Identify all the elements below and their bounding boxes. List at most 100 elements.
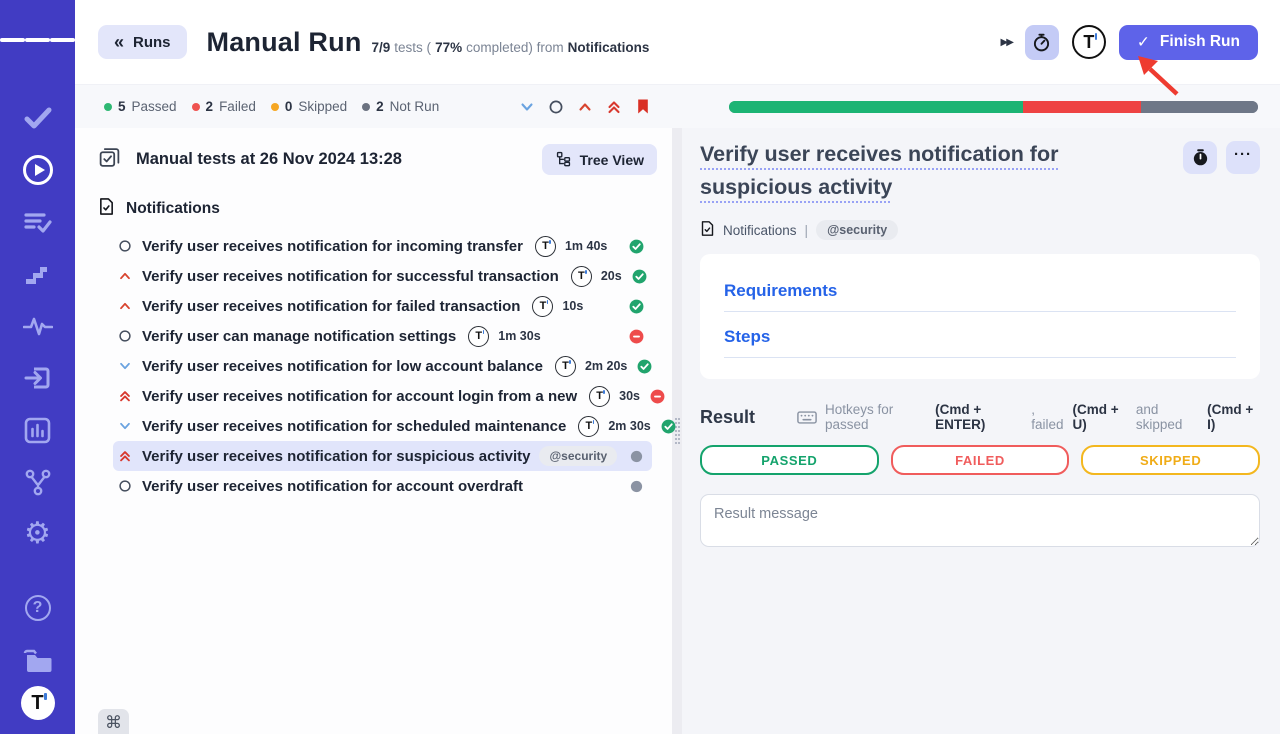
test-title: Verify user receives notification for ac… bbox=[142, 388, 577, 405]
steps-link[interactable]: Steps bbox=[724, 327, 1236, 358]
priority-filters bbox=[519, 98, 651, 115]
help-icon: ? bbox=[25, 595, 51, 621]
brand-logo[interactable]: T bbox=[21, 686, 55, 720]
timer-button[interactable] bbox=[1025, 25, 1059, 60]
import-icon bbox=[24, 365, 52, 391]
stairs-icon bbox=[25, 263, 51, 285]
test-title: Verify user receives notification for fa… bbox=[142, 298, 520, 315]
filter-priority-low-icon[interactable] bbox=[519, 99, 535, 115]
test-duration: 1m 30s bbox=[498, 329, 540, 343]
skipped-stat: 0Skipped bbox=[271, 99, 347, 114]
source-suite: Notifications bbox=[568, 40, 650, 55]
test-row[interactable]: Verify user receives notification for lo… bbox=[113, 351, 652, 381]
menu-icon[interactable] bbox=[0, 14, 75, 66]
test-row[interactable]: Verify user receives notification for fa… bbox=[113, 291, 652, 321]
suite-header[interactable]: Notifications bbox=[75, 181, 672, 229]
priority-icon bbox=[118, 359, 132, 373]
testomat-badge-icon: T bbox=[555, 356, 576, 377]
priority-icon bbox=[118, 449, 132, 463]
filter-bookmark-icon[interactable] bbox=[635, 98, 651, 115]
test-row[interactable]: Verify user receives notification for sc… bbox=[113, 411, 652, 441]
fast-forward-icon[interactable]: ▶▶ bbox=[1001, 37, 1012, 48]
testomat-badge-icon: T bbox=[571, 266, 592, 287]
tests-ratio: 7/9 bbox=[372, 40, 391, 55]
filter-priority-high-icon[interactable] bbox=[577, 99, 593, 115]
failed-stat: 2Failed bbox=[192, 99, 256, 114]
breadcrumb: Notifications | @security bbox=[700, 220, 1260, 240]
sidebar-item-runs[interactable] bbox=[0, 144, 75, 196]
test-status-icon bbox=[619, 329, 644, 344]
detail-timer-button[interactable] bbox=[1183, 141, 1217, 174]
command-icon: ⌘ bbox=[105, 713, 122, 733]
detail-card: Requirements Steps bbox=[700, 254, 1260, 379]
testomat-logo[interactable]: T bbox=[1072, 25, 1106, 59]
progress-notrun-segment bbox=[1141, 101, 1258, 113]
sidebar-item-tests[interactable] bbox=[0, 92, 75, 144]
hotkeys-hint: Hotkeys for passed(Cmd + ENTER), failed(… bbox=[797, 402, 1260, 432]
finish-run-button[interactable]: ✓ Finish Run bbox=[1119, 25, 1258, 60]
test-title: Verify user can manage notification sett… bbox=[142, 328, 456, 345]
page-header: « Runs Manual Run 7/9 tests ( 77% comple… bbox=[75, 0, 1280, 85]
back-to-runs-label: Runs bbox=[133, 34, 171, 51]
test-detail-title[interactable]: Verify user receives notification for su… bbox=[700, 138, 1172, 204]
test-duration: 2m 20s bbox=[585, 359, 627, 373]
breadcrumb-suite[interactable]: Notifications bbox=[723, 223, 797, 238]
clipboard-check-icon bbox=[98, 146, 121, 174]
test-duration: 20s bbox=[601, 269, 622, 283]
sidebar-item-steps[interactable] bbox=[0, 248, 75, 300]
sidebar-item-analytics[interactable] bbox=[0, 404, 75, 456]
run-progress-bar bbox=[729, 101, 1258, 113]
skipped-button[interactable]: SKIPPED bbox=[1081, 445, 1260, 475]
tree-view-button[interactable]: Tree View bbox=[542, 144, 657, 175]
back-to-runs-button[interactable]: « Runs bbox=[98, 25, 187, 59]
sidebar-item-test-plans[interactable] bbox=[0, 196, 75, 248]
test-duration: 1m 40s bbox=[565, 239, 607, 253]
test-title: Verify user receives notification for su… bbox=[142, 268, 559, 285]
app-window: ⚙ ? T « Runs Manual Run 7/9 tests ( 77% … bbox=[0, 0, 1280, 734]
test-status-icon bbox=[619, 239, 644, 254]
suite-file-icon bbox=[98, 197, 115, 221]
priority-icon bbox=[118, 299, 132, 313]
test-row[interactable]: Verify user can manage notification sett… bbox=[113, 321, 652, 351]
testomat-badge-icon: T bbox=[535, 236, 556, 257]
priority-icon bbox=[118, 479, 132, 493]
tree-icon bbox=[555, 150, 572, 170]
security-tag-badge[interactable]: @security bbox=[816, 220, 898, 240]
test-row[interactable]: Verify user receives notification for ac… bbox=[113, 471, 652, 501]
result-message-input[interactable] bbox=[700, 494, 1260, 547]
progress-failed-segment bbox=[1023, 101, 1140, 113]
priority-icon bbox=[118, 269, 132, 283]
sidebar-item-settings[interactable]: ⚙ bbox=[0, 508, 75, 560]
testomat-badge-icon: T bbox=[532, 296, 553, 317]
sidebar-item-files[interactable] bbox=[0, 634, 75, 686]
sidebar-item-help[interactable]: ? bbox=[0, 582, 75, 634]
run-summary: 7/9 tests ( 77% completed) from Notifica… bbox=[372, 30, 650, 55]
passed-stat: 5Passed bbox=[104, 99, 177, 114]
more-actions-button[interactable]: ··· bbox=[1226, 141, 1260, 174]
test-row[interactable]: Verify user receives notification for in… bbox=[113, 231, 652, 261]
test-row-selected[interactable]: Verify user receives notification for su… bbox=[113, 441, 652, 471]
result-heading: Result bbox=[700, 407, 755, 428]
sidebar-item-import[interactable] bbox=[0, 352, 75, 404]
check-icon bbox=[23, 106, 53, 130]
priority-icon bbox=[118, 389, 132, 403]
stopwatch-solid-icon bbox=[1191, 148, 1210, 167]
requirements-link[interactable]: Requirements bbox=[724, 281, 1236, 312]
failed-button[interactable]: FAILED bbox=[891, 445, 1070, 475]
test-row[interactable]: Verify user receives notification for su… bbox=[113, 261, 652, 291]
page-title: Manual Run bbox=[207, 27, 362, 58]
keyboard-icon bbox=[797, 410, 817, 425]
testomat-badge-icon: T bbox=[468, 326, 489, 347]
priority-icon bbox=[118, 329, 132, 343]
sidebar-item-pulse[interactable] bbox=[0, 300, 75, 352]
testomat-badge-icon: T bbox=[578, 416, 599, 437]
filter-priority-none-icon[interactable] bbox=[548, 99, 564, 115]
failed-dot-icon bbox=[192, 103, 200, 111]
filter-priority-highest-icon[interactable] bbox=[606, 99, 622, 115]
test-status-icon bbox=[627, 359, 652, 374]
sidebar-item-branches[interactable] bbox=[0, 456, 75, 508]
test-row[interactable]: Verify user receives notification for ac… bbox=[113, 381, 652, 411]
test-list: Verify user receives notification for in… bbox=[75, 229, 672, 501]
passed-button[interactable]: PASSED bbox=[700, 445, 879, 475]
test-status-icon bbox=[619, 299, 644, 314]
